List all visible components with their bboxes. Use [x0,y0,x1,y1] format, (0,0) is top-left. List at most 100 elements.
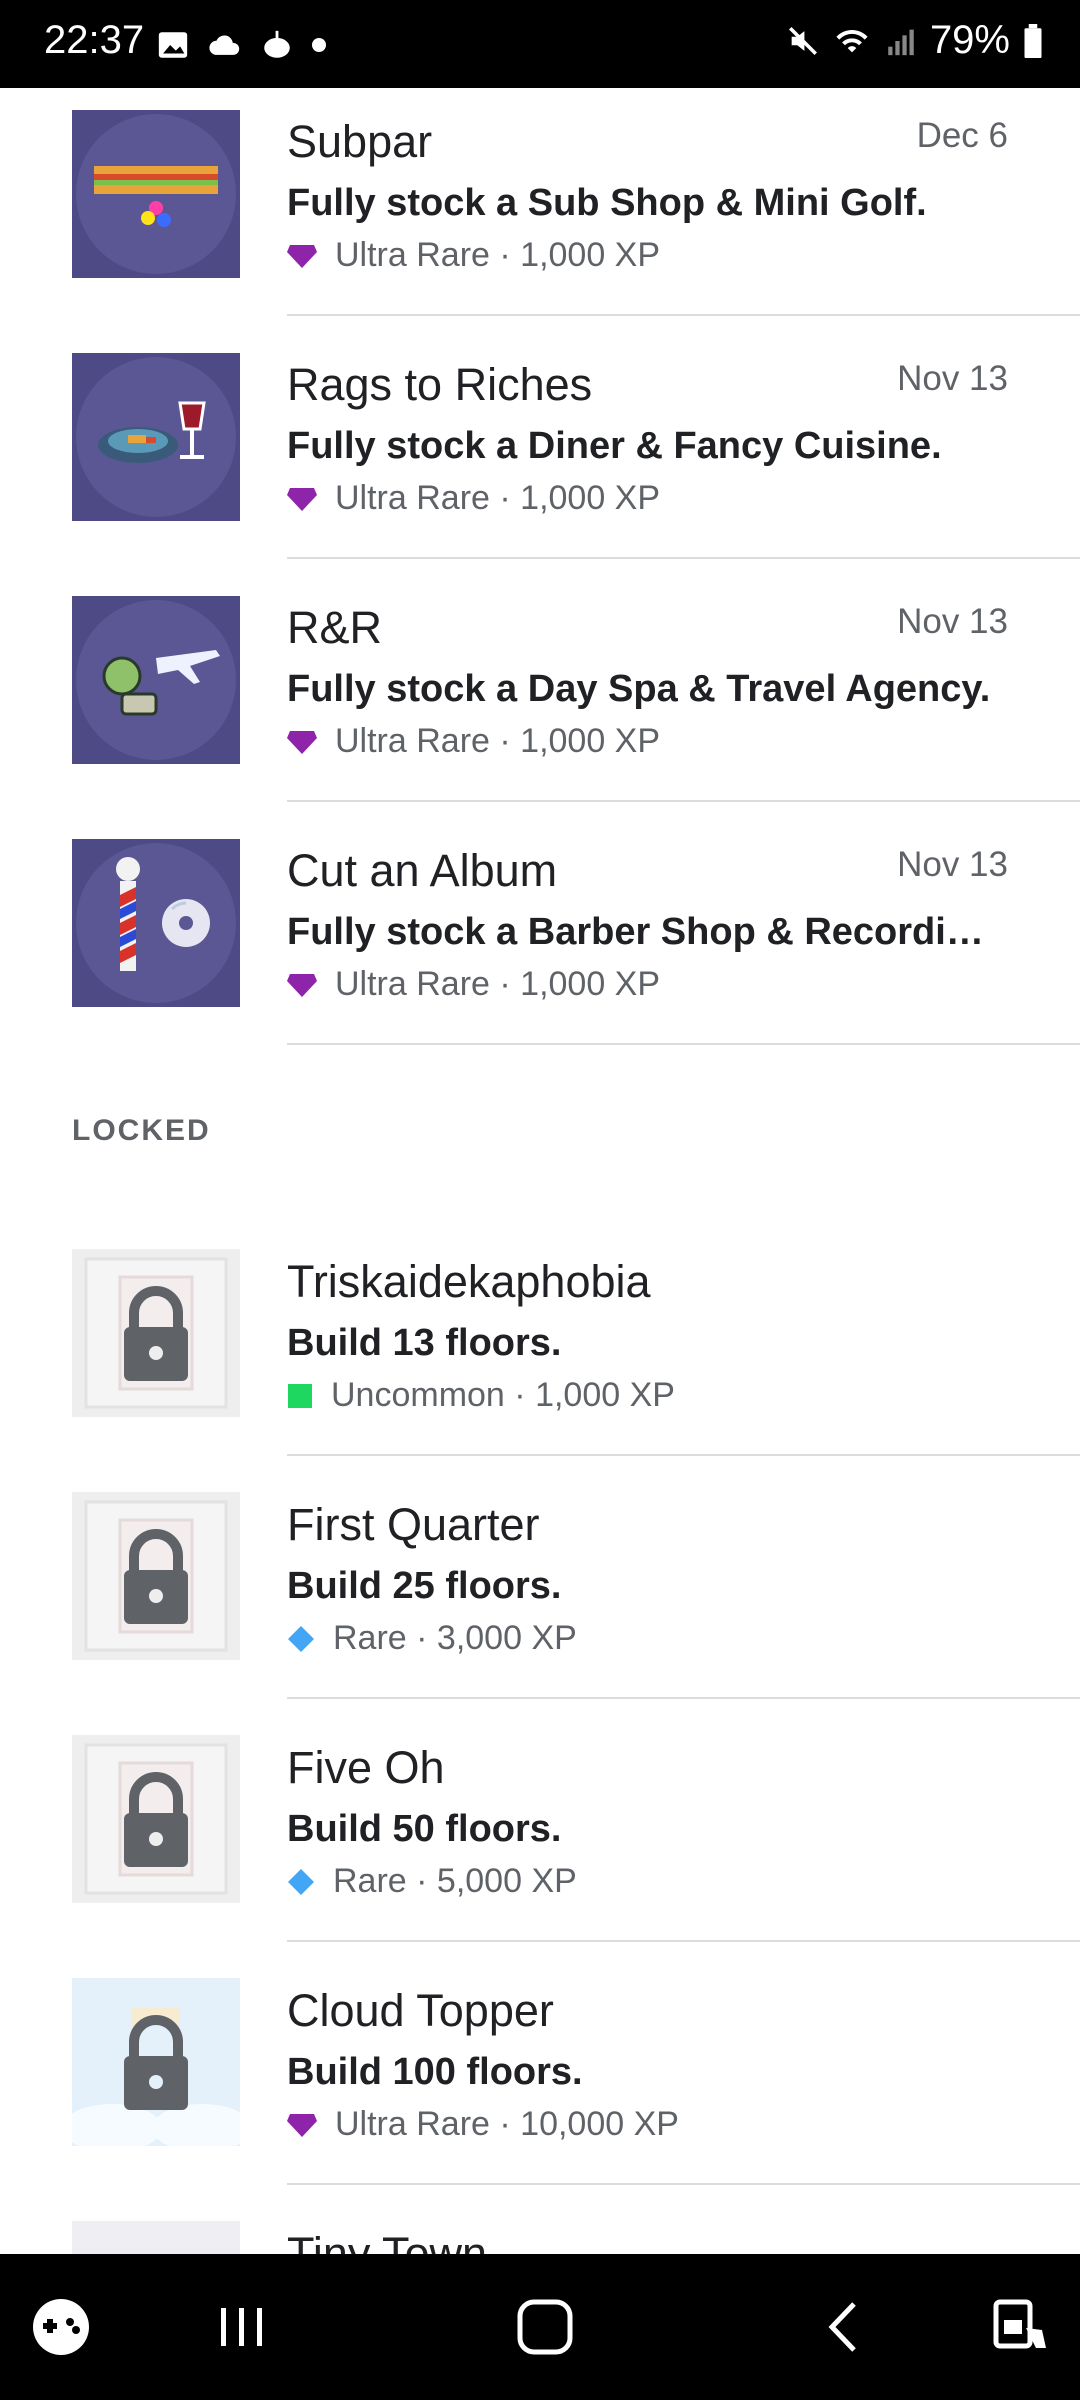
achievement-description: Fully stock a Sub Shop & Mini Golf. [287,182,927,224]
xp-value: 1,000 XP [520,965,661,1003]
notification-app-icon [264,30,290,58]
achievement-description: Fully stock a Barber Shop & Recordi… [287,911,984,953]
list-item[interactable]: Five Oh Build 50 floors. Rare · 5,000 XP [0,1734,1080,1976]
list-item[interactable]: First Quarter Build 25 floors. Rare · 3,… [0,1491,1080,1733]
achievement-meta: Rare · 3,000 XP [287,1619,577,1658]
list-item[interactable]: Subpar Dec 6 Fully stock a Sub Shop & Mi… [0,88,1080,330]
achievement-meta: Ultra Rare · 1,000 XP [287,965,660,1004]
achievement-date: Dec 6 [916,116,1008,155]
cloud-icon [209,35,240,55]
achievement-meta: Ultra Rare · 1,000 XP [287,479,660,518]
achievement-meta: Rare · 5,000 XP [287,1862,577,1901]
lock-icon [72,1978,240,2146]
divider [287,2183,1080,2185]
achievement-date: Nov 13 [897,845,1008,884]
battery-icon [1024,23,1042,58]
achievement-description: Build 13 floors. [287,1322,562,1364]
system-navigation-bar [0,2254,1080,2400]
achievement-title: Cut an Album [287,845,558,896]
achievement-meta: Ultra Rare · 1,000 XP [287,236,660,275]
status-bar: 22:37 79% [0,0,1080,88]
achievement-date: Nov 13 [897,602,1008,641]
lock-icon [72,2221,240,2254]
spa-and-plane-icon [72,596,240,764]
mute-icon [788,26,817,55]
more-notifications-dot-icon [312,38,326,52]
rarity-label: Rare [333,1619,407,1657]
rarity-label: Rare [333,1862,407,1900]
ultra-rare-gem-icon [287,2113,317,2137]
achievement-description: Build 50 floors. [287,1808,562,1850]
section-header-locked: LOCKED [72,1114,211,1147]
achievement-meta: Ultra Rare · 1,000 XP [287,722,660,761]
home-button[interactable] [510,2292,580,2362]
ultra-rare-gem-icon [287,244,317,268]
achievement-meta: Ultra Rare · 10,000 XP [287,2105,679,2144]
xp-value: 3,000 XP [436,1619,577,1657]
xp-value: 5,000 XP [436,1862,577,1900]
achievement-description: Build 25 floors. [287,1565,562,1607]
rarity-label: Ultra Rare [335,722,490,760]
sub-sandwich-icon [72,110,240,278]
status-right: 79% [786,18,1044,63]
back-button[interactable] [810,2292,880,2362]
achievement-description: Build 100 floors. [287,2051,583,2093]
achievement-title: Rags to Riches [287,359,593,410]
ultra-rare-gem-icon [287,730,317,754]
barber-pole-and-cd-icon [72,839,240,1007]
achievement-date: Nov 13 [897,359,1008,398]
achievement-meta: Uncommon · 1,000 XP [287,1376,675,1415]
recent-apps-button[interactable] [207,2292,277,2362]
battery-percent: 79% [929,18,1010,62]
divider [287,1454,1080,1456]
achievements-list[interactable]: Subpar Dec 6 Fully stock a Sub Shop & Mi… [0,88,1080,2254]
gallery-icon [158,32,188,58]
list-item[interactable]: Cut an Album Nov 13 Fully stock a Barber… [0,817,1080,1059]
achievement-description: Fully stock a Day Spa & Travel Agency. [287,668,991,710]
list-item[interactable]: Tiny Town [0,2220,1080,2254]
ultra-rare-gem-icon [287,973,317,997]
achievement-title: First Quarter [287,1499,540,1550]
rarity-label: Ultra Rare [335,965,490,1003]
ultra-rare-gem-icon [287,487,317,511]
list-item[interactable]: Cloud Topper Build 100 floors. Ultra Rar… [0,1977,1080,2219]
list-item[interactable]: R&R Nov 13 Fully stock a Day Spa & Trave… [0,574,1080,816]
xp-value: 10,000 XP [520,2105,679,2143]
rarity-label: Uncommon [331,1376,505,1414]
signal-icon [888,29,914,55]
achievement-description: Fully stock a Diner & Fancy Cuisine. [287,425,942,467]
achievement-title: Subpar [287,116,433,167]
uncommon-square-icon [288,1383,312,1408]
status-left-icons [156,28,326,62]
lock-icon [72,1735,240,1903]
achievement-title: R&R [287,602,383,653]
xp-value: 1,000 XP [520,479,661,517]
achievement-title: Triskaidekaphobia [287,1256,651,1307]
list-item[interactable]: Rags to Riches Nov 13 Fully stock a Dine… [0,331,1080,573]
divider [287,1697,1080,1699]
divider [287,314,1080,316]
list-item[interactable]: Triskaidekaphobia Build 13 floors. Uncom… [0,1248,1080,1490]
wifi-icon [836,29,868,52]
xp-value: 1,000 XP [520,236,661,274]
achievement-title: Cloud Topper [287,1985,554,2036]
xp-value: 1,000 XP [535,1376,675,1414]
divider [287,1940,1080,1942]
divider [287,1043,1080,1045]
screen-lock-touch-icon[interactable] [984,2292,1054,2362]
rare-diamond-icon [288,1625,314,1652]
rarity-label: Ultra Rare [335,236,490,274]
achievement-title: Tiny Town [287,2228,488,2254]
lock-icon [72,1249,240,1417]
status-time: 22:37 [44,18,145,62]
rare-diamond-icon [288,1868,314,1895]
divider [287,800,1080,802]
lock-icon [72,1492,240,1660]
rarity-label: Ultra Rare [335,2105,490,2143]
game-launcher-icon[interactable] [26,2292,96,2362]
rarity-label: Ultra Rare [335,479,490,517]
xp-value: 1,000 XP [520,722,661,760]
achievement-title: Five Oh [287,1742,445,1793]
plate-and-wine-icon [72,353,240,521]
divider [287,557,1080,559]
